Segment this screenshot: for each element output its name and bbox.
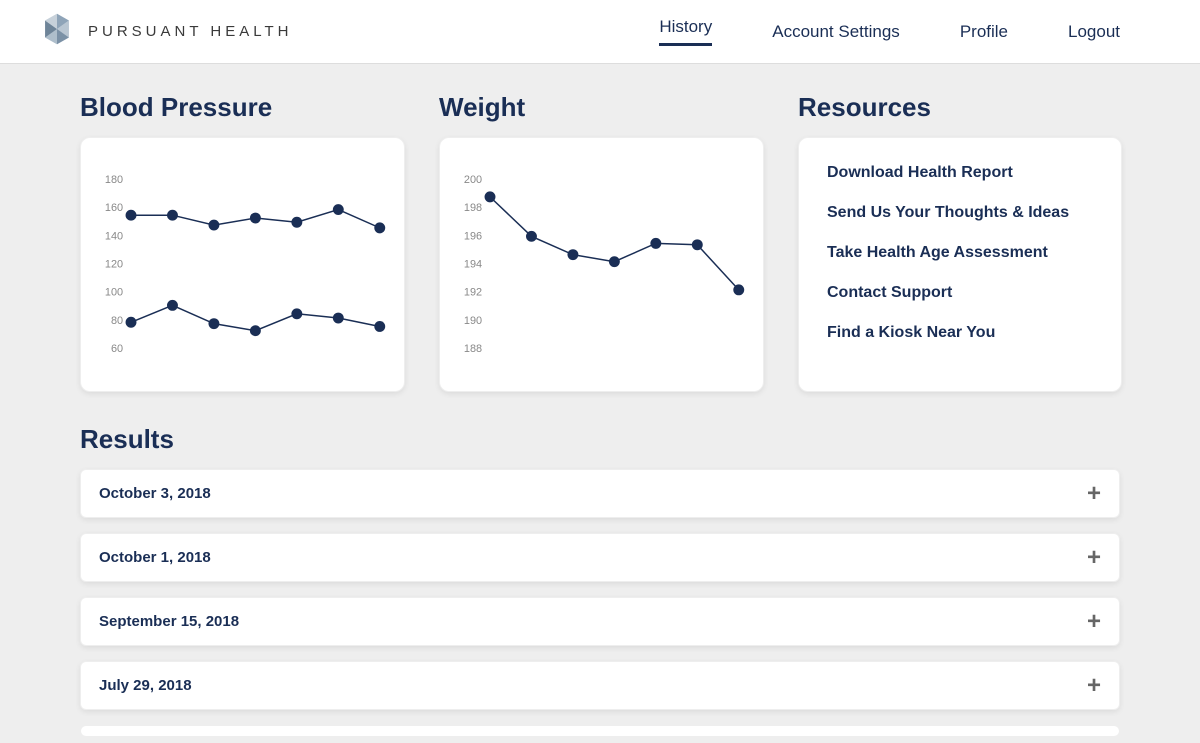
result-date: July 29, 2018 — [99, 677, 192, 694]
brand-name: PURSUANT HEALTH — [88, 23, 292, 40]
svg-text:196: 196 — [464, 230, 482, 242]
result-row[interactable]: October 1, 2018 + — [80, 533, 1120, 582]
resources-card: Download Health Report Send Us Your Thou… — [798, 137, 1122, 392]
svg-text:120: 120 — [105, 258, 123, 270]
nav-account-settings[interactable]: Account Settings — [772, 22, 900, 42]
svg-text:192: 192 — [464, 287, 482, 299]
main: Blood Pressure 60 80 100 120 140 160 180 Weigh… — [0, 64, 1200, 737]
svg-text:200: 200 — [464, 174, 482, 186]
resource-link-contact-support[interactable]: Contact Support — [827, 284, 1093, 302]
resources-panel: Resources Download Health Report Send Us… — [798, 92, 1122, 392]
blood-pressure-chart-card: 60 80 100 120 140 160 180 — [80, 137, 405, 392]
result-row-peek — [80, 725, 1120, 737]
result-row[interactable]: September 15, 2018 + — [80, 597, 1120, 646]
svg-text:198: 198 — [464, 202, 482, 214]
result-row[interactable]: October 3, 2018 + — [80, 469, 1120, 518]
resource-link-health-age-assessment[interactable]: Take Health Age Assessment — [827, 244, 1093, 262]
top-row: Blood Pressure 60 80 100 120 140 160 180 Weigh… — [80, 92, 1120, 392]
svg-text:160: 160 — [105, 202, 123, 214]
expand-icon: + — [1087, 610, 1101, 634]
results-section: Results October 3, 2018 + October 1, 201… — [80, 424, 1120, 737]
svg-text:80: 80 — [111, 315, 123, 327]
weight-chart: 188 190 192 194 196 198 200 — [454, 154, 749, 375]
nav-logout[interactable]: Logout — [1068, 22, 1120, 42]
results-title: Results — [80, 424, 1120, 455]
result-row[interactable]: July 29, 2018 + — [80, 661, 1120, 710]
expand-icon: + — [1087, 546, 1101, 570]
top-nav: History Account Settings Profile Logout — [659, 17, 1160, 46]
resource-link-download-report[interactable]: Download Health Report — [827, 164, 1093, 182]
result-date: September 15, 2018 — [99, 613, 239, 630]
result-date: October 1, 2018 — [99, 549, 211, 566]
expand-icon: + — [1087, 482, 1101, 506]
nav-history[interactable]: History — [659, 17, 712, 46]
resource-link-find-kiosk[interactable]: Find a Kiosk Near You — [827, 324, 1093, 342]
brand: PURSUANT HEALTH — [40, 12, 292, 51]
svg-text:100: 100 — [105, 287, 123, 299]
expand-icon: + — [1087, 674, 1101, 698]
brand-logo-icon — [40, 12, 74, 51]
svg-text:190: 190 — [464, 315, 482, 327]
nav-profile[interactable]: Profile — [960, 22, 1008, 42]
resources-title: Resources — [798, 92, 1122, 123]
svg-text:180: 180 — [105, 174, 123, 186]
resource-link-send-thoughts[interactable]: Send Us Your Thoughts & Ideas — [827, 204, 1093, 222]
blood-pressure-panel: Blood Pressure 60 80 100 120 140 160 180 — [80, 92, 405, 392]
svg-text:194: 194 — [464, 258, 482, 270]
result-date: October 3, 2018 — [99, 485, 211, 502]
svg-text:60: 60 — [111, 343, 123, 355]
weight-panel: Weight 188 190 192 194 196 198 200 — [439, 92, 764, 392]
weight-chart-card: 188 190 192 194 196 198 200 — [439, 137, 764, 392]
svg-text:188: 188 — [464, 343, 482, 355]
app-header: PURSUANT HEALTH History Account Settings… — [0, 0, 1200, 64]
blood-pressure-title: Blood Pressure — [80, 92, 405, 123]
blood-pressure-chart: 60 80 100 120 140 160 180 — [95, 154, 390, 375]
svg-text:140: 140 — [105, 230, 123, 242]
weight-title: Weight — [439, 92, 764, 123]
